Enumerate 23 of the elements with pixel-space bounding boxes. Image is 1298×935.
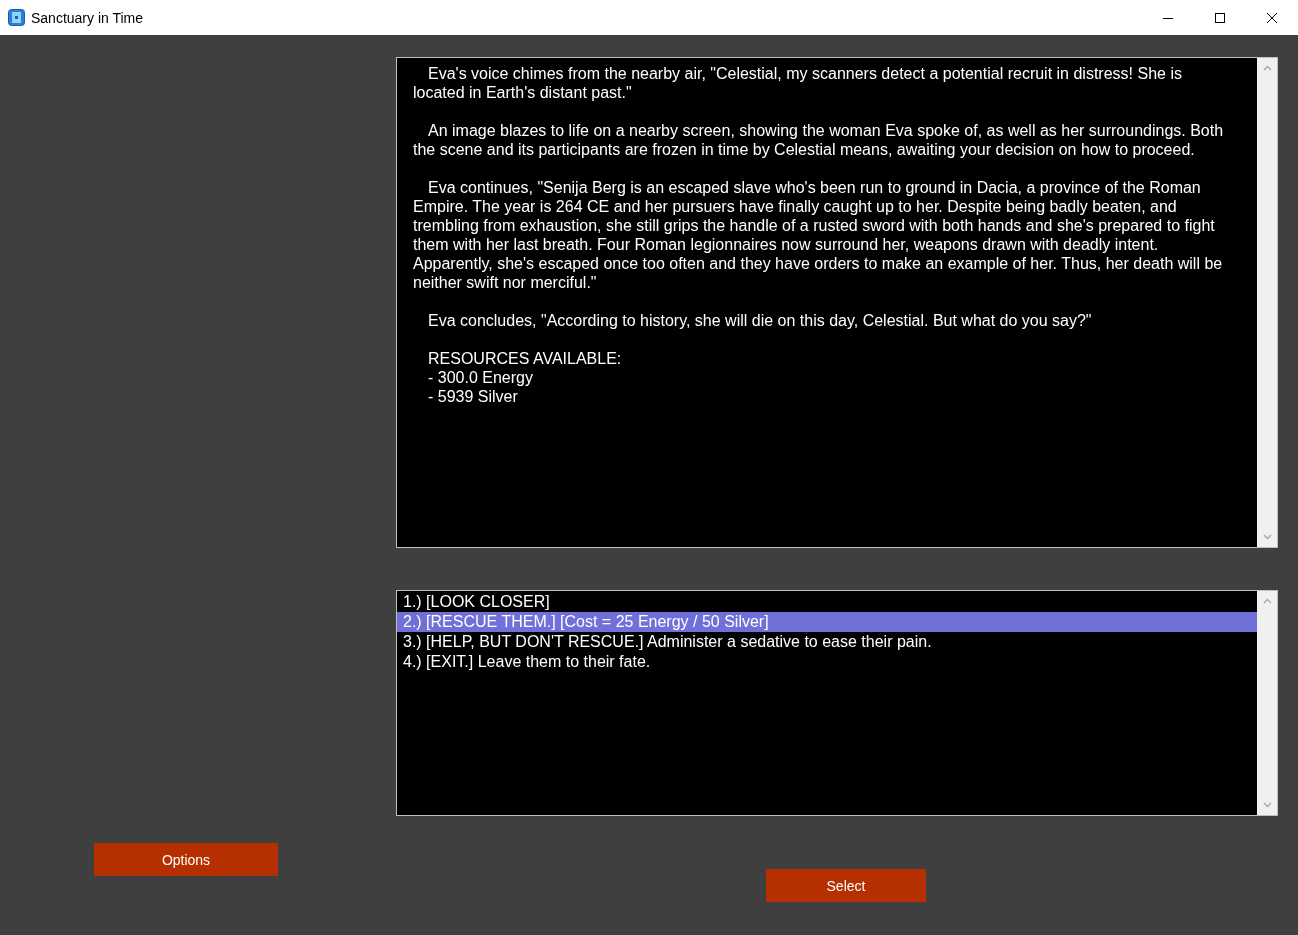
- scroll-up-icon[interactable]: [1262, 598, 1272, 604]
- resource-item: - 5939 Silver: [428, 387, 519, 406]
- choice-item[interactable]: 3.) [HELP, BUT DON'T RESCUE.] Administer a sedative to ease their pain.: [397, 632, 1257, 652]
- scroll-up-icon[interactable]: [1262, 65, 1272, 71]
- scroll-down-icon[interactable]: [1262, 534, 1272, 540]
- app-icon: [8, 9, 25, 26]
- scroll-down-icon[interactable]: [1262, 802, 1272, 808]
- choice-item[interactable]: 1.) [LOOK CLOSER]: [397, 592, 1257, 612]
- select-button[interactable]: Select: [766, 869, 926, 902]
- window-title: Sanctuary in Time: [31, 9, 145, 26]
- close-icon: [1267, 12, 1277, 23]
- options-button[interactable]: Options: [94, 843, 278, 876]
- choice-item[interactable]: 2.) [RESCUE THEM.] [Cost = 25 Energy / 50 Silver]: [397, 612, 1257, 632]
- story-paragraph: Eva continues, "Senija Berg is an escaped slave who's been run to ground in Dacia, a province of the Roman Empire. The year is 264 CE and her pursuers have finally caught up to her. Despite being badly beaten, and trembling from exhaustion, she still grips the handle of a rusted sword with both hands and she's prepared to fight them with her last breath. Four Roman legionnaires now surround her, weapons drawn with deadly intent. Apparently, she's escaped once too often and they have orders to make an example of her. Thus, her death will be neither swift nor merciful.": [413, 178, 1224, 292]
- resources-heading: RESOURCES AVAILABLE:: [428, 349, 623, 368]
- story-paragraph: Eva concludes, "According to history, she will die on this day, Celestial. But what do you say?": [427, 311, 1093, 330]
- choice-item[interactable]: 4.) [EXIT.] Leave them to their fate.: [397, 652, 1257, 672]
- maximize-icon: [1215, 12, 1225, 23]
- story-paragraph: An image blazes to life on a nearby screen, showing the woman Eva spoke of, as well as her surroundings. Both the scene and its participants are frozen in time by Celestial means, awaiting your decision on how to proceed.: [413, 121, 1225, 159]
- scrollbar[interactable]: [1257, 591, 1277, 815]
- scrollbar[interactable]: [1257, 58, 1277, 547]
- resource-item: - 300.0 Energy: [428, 368, 534, 387]
- story-paragraph: Eva's voice chimes from the nearby air, "Celestial, my scanners detect a potential recruit in distress! She is located in Earth's distant past.": [413, 64, 1183, 102]
